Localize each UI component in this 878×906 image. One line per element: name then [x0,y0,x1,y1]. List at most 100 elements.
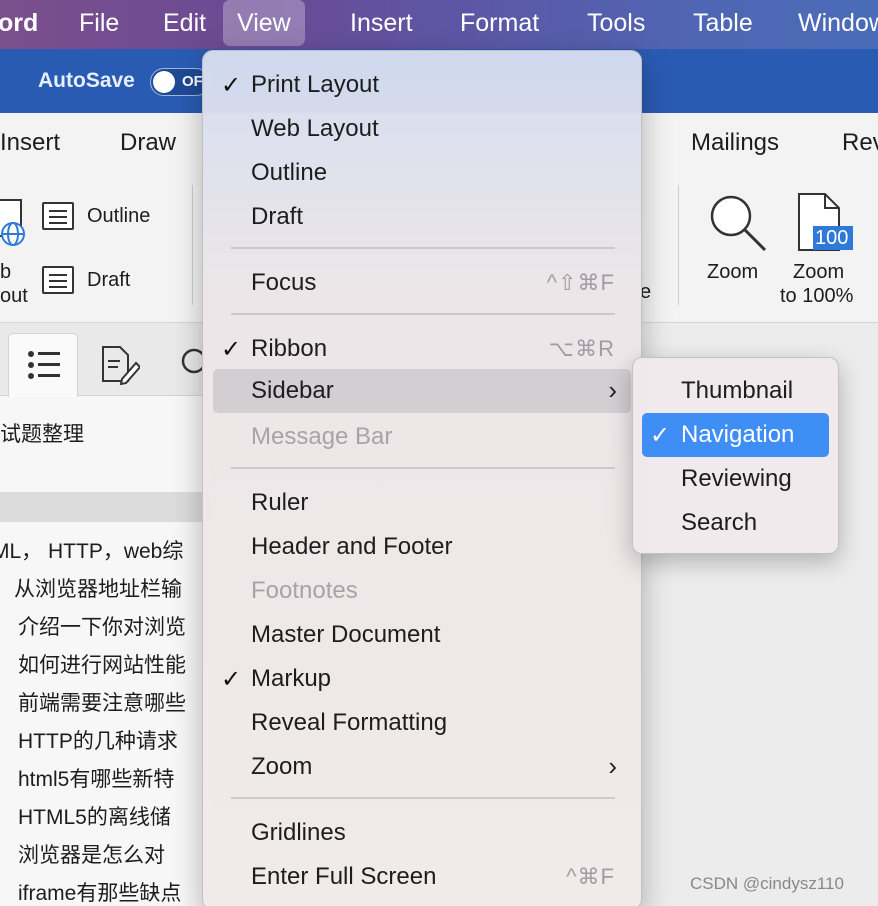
menu-window[interactable]: Window [798,9,878,38]
toggle-knob [153,71,175,93]
menu-separator [231,313,615,315]
submenu-item-label: Reviewing [681,465,792,492]
zoom-magnifier-icon [710,195,767,252]
outline-view-icon [42,202,74,230]
menu-bar: ord File Edit View Insert Format Tools T… [0,0,878,49]
submenu-item-label: Thumbnail [681,377,794,404]
list-item[interactable]: html5有哪些新特 [18,763,174,793]
checkmark-icon: ✓ [650,422,671,449]
sidebar-submenu: Thumbnail ✓ Navigation Reviewing Search [632,357,839,554]
menu-edit[interactable]: Edit [163,9,206,38]
ribbon-separator [192,185,193,305]
menu-item-draft[interactable]: Draft [213,195,631,239]
nav-heading-item[interactable]: ML， HTTP，web综 [0,535,183,565]
list-item[interactable]: 从浏览器地址栏输 [14,573,182,603]
shortcut-label: ^⇧⌘F [546,270,615,295]
menu-item-label: Web Layout [251,115,379,142]
menu-insert[interactable]: Insert [350,9,413,38]
menu-item-label: Message Bar [251,423,393,450]
document-heading[interactable]: 试题整理 [0,418,84,448]
menu-item-web-layout[interactable]: Web Layout [213,107,631,151]
menu-item-reveal-formatting[interactable]: Reveal Formatting [213,701,631,745]
submenu-item-label: Navigation [681,421,795,448]
menu-item-focus[interactable]: Focus ^⇧⌘F [213,261,631,305]
menu-separator [231,467,615,469]
menu-item-label: Draft [251,203,304,230]
menu-item-label: Footnotes [251,577,358,604]
tab-review[interactable]: Rev [842,129,878,157]
list-item[interactable]: 如何进行网站性能 [18,649,186,679]
menu-view[interactable]: View [223,0,305,46]
edit-document-icon[interactable] [100,345,140,385]
menu-format[interactable]: Format [460,9,539,38]
menu-item-footnotes: Footnotes [213,569,631,613]
menu-item-gridlines[interactable]: Gridlines [213,811,631,855]
checkmark-icon: ✓ [221,666,242,693]
menu-item-message-bar: Message Bar [213,415,631,459]
draft-view-icon [42,266,74,294]
list-item[interactable]: HTTP的几种请求 [18,725,178,755]
menu-table[interactable]: Table [693,9,753,38]
menu-item-label: Gridlines [251,819,346,846]
list-item[interactable]: 介绍一下你对浏览 [18,611,186,641]
draft-view-button[interactable]: Draft [87,269,130,292]
autosave-label: AutoSave [38,69,135,92]
list-item[interactable]: iframe有那些缺点 [18,877,181,906]
outline-view-button[interactable]: Outline [87,205,150,228]
menu-item-label: Header and Footer [251,533,453,560]
menu-item-markup[interactable]: ✓ Markup [213,657,631,701]
menu-item-label: Print Layout [251,71,380,98]
navigation-pane: 试题整理 ML， HTTP，web综 从浏览器地址栏输 介绍一下你对浏览 如何进… [0,323,210,906]
shortcut-label: ⌥⌘R [548,336,615,361]
zoom-100-label-2[interactable]: to 100% [780,285,853,308]
list-item[interactable]: 浏览器是怎么对 [18,839,165,869]
menu-item-sidebar[interactable]: Sidebar › [213,369,631,413]
menu-item-label: Focus [251,269,317,296]
list-item[interactable]: HTML5的离线储 [18,801,171,831]
menu-file[interactable]: File [79,9,119,38]
menu-item-label: Ruler [251,489,309,516]
autosave-toggle[interactable]: OF [150,68,210,96]
app-menu[interactable]: ord [0,9,38,38]
zoom-100-label-1[interactable]: Zoom [793,261,844,284]
nav-separator-band [0,492,210,522]
submenu-item-reviewing[interactable]: Reviewing [642,457,829,501]
watermark: CSDN @cindysz110 [690,874,844,893]
submenu-item-search[interactable]: Search [642,501,829,545]
chevron-right-icon: › [608,751,617,781]
toggle-state-text: OF [182,73,203,90]
ribbon-separator [678,185,679,305]
tab-insert[interactable]: Insert [0,129,60,157]
menu-item-print-layout[interactable]: ✓ Print Layout [213,63,631,107]
tab-mailings[interactable]: Mailings [691,129,779,157]
menu-item-label: Zoom [251,753,313,780]
web-layout-label-2[interactable]: out [0,285,28,308]
tab-draw[interactable]: Draw [120,129,176,157]
chevron-right-icon: › [608,375,617,405]
checkmark-icon: ✓ [221,336,242,363]
menu-item-zoom[interactable]: Zoom › [213,745,631,789]
menu-item-label: Master Document [251,621,441,648]
menu-separator [231,797,615,799]
list-icon [28,351,60,379]
menu-item-label: Outline [251,159,328,186]
menu-item-label: Ribbon [251,335,328,362]
menu-item-ruler[interactable]: Ruler [213,481,631,525]
menu-item-outline[interactable]: Outline [213,151,631,195]
submenu-item-thumbnail[interactable]: Thumbnail [642,369,829,413]
menu-item-label: Markup [251,665,332,692]
list-item[interactable]: 前端需要注意哪些 [18,687,186,717]
menu-item-label: Sidebar [251,377,334,404]
submenu-item-navigation[interactable]: ✓ Navigation [642,413,829,457]
menu-item-label: Reveal Formatting [251,709,448,736]
zoom-button[interactable]: Zoom [707,261,758,284]
tab-document-map[interactable] [8,333,78,397]
menu-item-header-and-footer[interactable]: Header and Footer [213,525,631,569]
menu-item-master-document[interactable]: Master Document [213,613,631,657]
web-layout-label-1[interactable]: b [0,261,11,284]
shortcut-label: ^⌘F [566,864,615,889]
menu-item-enter-full-screen[interactable]: Enter Full Screen ^⌘F [213,855,631,899]
menu-separator [231,247,615,249]
menu-tools[interactable]: Tools [587,9,645,38]
menu-item-ribbon[interactable]: ✓ Ribbon ⌥⌘R [213,327,631,371]
